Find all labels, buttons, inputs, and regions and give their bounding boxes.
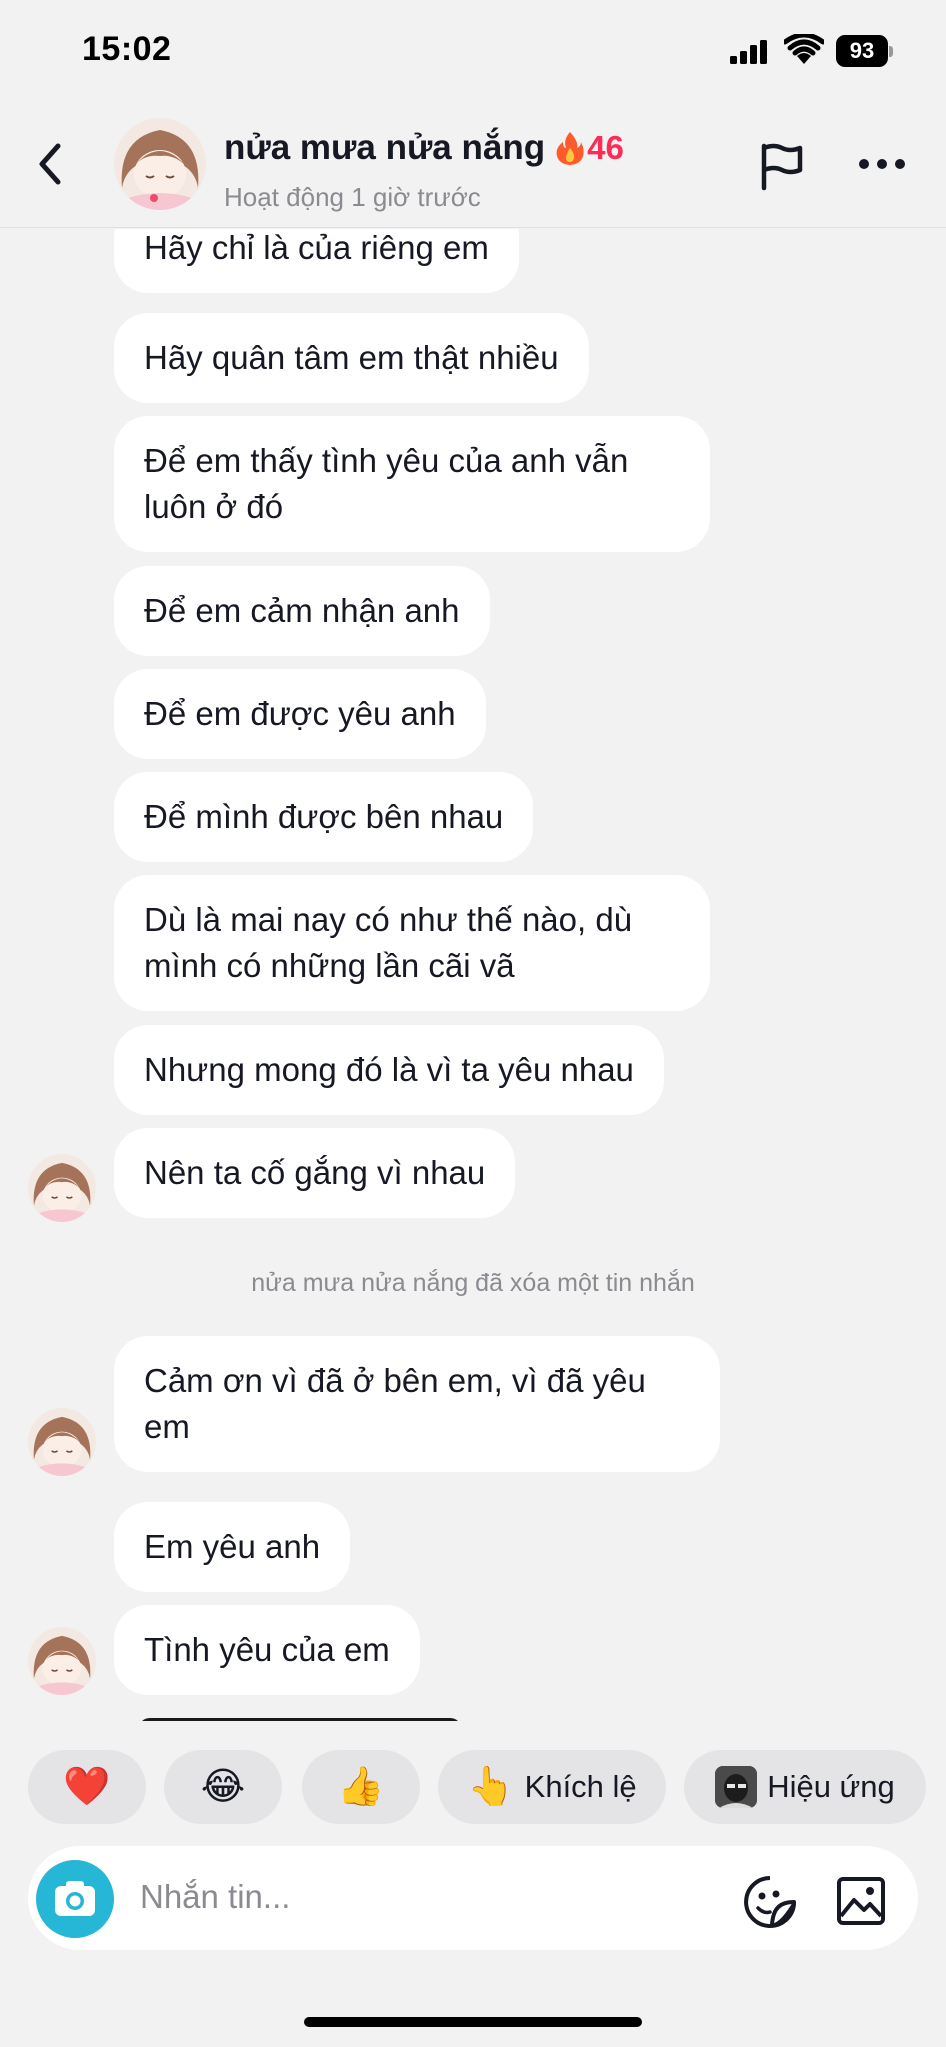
heart-icon: ❤️ <box>63 1766 111 1808</box>
sticker-icon[interactable] <box>742 1874 798 1930</box>
message-bubble[interactable]: Hãy quân tâm em thật nhiều <box>114 313 589 403</box>
message-bubble[interactable]: Cảm ơn vì đã ở bên em, vì đã yêu em <box>114 1336 720 1472</box>
chat-header: nửa mưa nửa nắng 46 Hoạt động 1 giờ trướ… <box>0 100 946 228</box>
camera-icon <box>55 1881 95 1916</box>
message-bubble[interactable]: Tình yêu của em <box>114 1605 420 1695</box>
message-bubble[interactable]: Em yêu anh <box>114 1502 351 1592</box>
back-arrow-icon[interactable] <box>28 136 74 192</box>
avatar[interactable] <box>28 1408 96 1476</box>
signal-icon <box>730 40 767 64</box>
status-time: 15:02 <box>82 30 172 68</box>
activity-status: Hoạt động 1 giờ trước <box>224 182 481 212</box>
message-bubble[interactable]: Để em thấy tình yêu của anh vẫn luôn ở đ… <box>114 416 710 552</box>
system-note: nửa mưa nửa nắng đã xóa một tin nhắn <box>251 1269 695 1297</box>
wifi-icon <box>784 34 824 64</box>
camera-button[interactable] <box>36 1860 114 1938</box>
effect-thumbnail-icon <box>715 1766 758 1808</box>
thumbs-up-icon: 👍 <box>337 1766 385 1808</box>
image-icon[interactable] <box>836 1876 886 1926</box>
effects-button[interactable]: Hiệu ứng <box>684 1750 926 1824</box>
streak-badge: 46 <box>555 129 624 167</box>
streak-count: 46 <box>587 129 624 166</box>
partial-message <box>138 1718 462 1721</box>
reaction-laugh-button[interactable]: 😂 <box>164 1750 282 1824</box>
reaction-thumbs-up-button[interactable]: 👍 <box>302 1750 420 1824</box>
message-bubble[interactable]: Để em được yêu anh <box>114 669 486 759</box>
more-options-icon[interactable] <box>858 156 906 172</box>
home-indicator[interactable] <box>304 2017 642 2027</box>
contact-name[interactable]: nửa mưa nửa nắng <box>224 128 545 168</box>
battery-level: 93 <box>836 35 888 67</box>
message-bubble[interactable]: Nhưng mong đó là vì ta yêu nhau <box>114 1025 664 1115</box>
message-list[interactable]: Hãy chỉ là của riêng em Hãy quân tâm em … <box>0 229 946 1721</box>
avatar[interactable] <box>114 118 206 210</box>
status-bar: 15:02 93 <box>0 0 946 100</box>
header-title-row: nửa mưa nửa nắng 46 <box>224 128 624 168</box>
encourage-label: Khích lệ <box>524 1769 637 1804</box>
reaction-heart-button[interactable]: ❤️ <box>28 1750 146 1824</box>
message-bubble[interactable]: Hãy chỉ là của riêng em <box>114 229 519 293</box>
message-bubble[interactable]: Để em cảm nhận anh <box>114 566 490 656</box>
quick-reactions: ❤️ 😂 👍 👆 Khích lệ Hiệu ứng <box>0 1750 946 1826</box>
message-bubble[interactable]: Nên ta cố gắng vì nhau <box>114 1128 516 1218</box>
message-bubble[interactable]: Dù là mai nay có như thế nào, dù mình có… <box>114 875 710 1011</box>
encourage-button[interactable]: 👆 Khích lệ <box>438 1750 666 1824</box>
avatar[interactable] <box>28 1154 96 1222</box>
message-input-bar: Nhắn tin... <box>28 1846 918 1950</box>
message-input[interactable]: Nhắn tin... <box>140 1878 290 1916</box>
laughing-face-icon: 😂 <box>200 1766 246 1808</box>
avatar[interactable] <box>28 1627 96 1695</box>
fire-icon <box>556 132 584 165</box>
effects-label: Hiệu ứng <box>767 1769 895 1804</box>
message-bubble[interactable]: Để mình được bên nhau <box>114 772 534 862</box>
battery-icon: 93 <box>836 35 894 67</box>
flag-icon[interactable] <box>756 140 806 192</box>
pointing-hand-icon: 👆 <box>467 1766 515 1808</box>
